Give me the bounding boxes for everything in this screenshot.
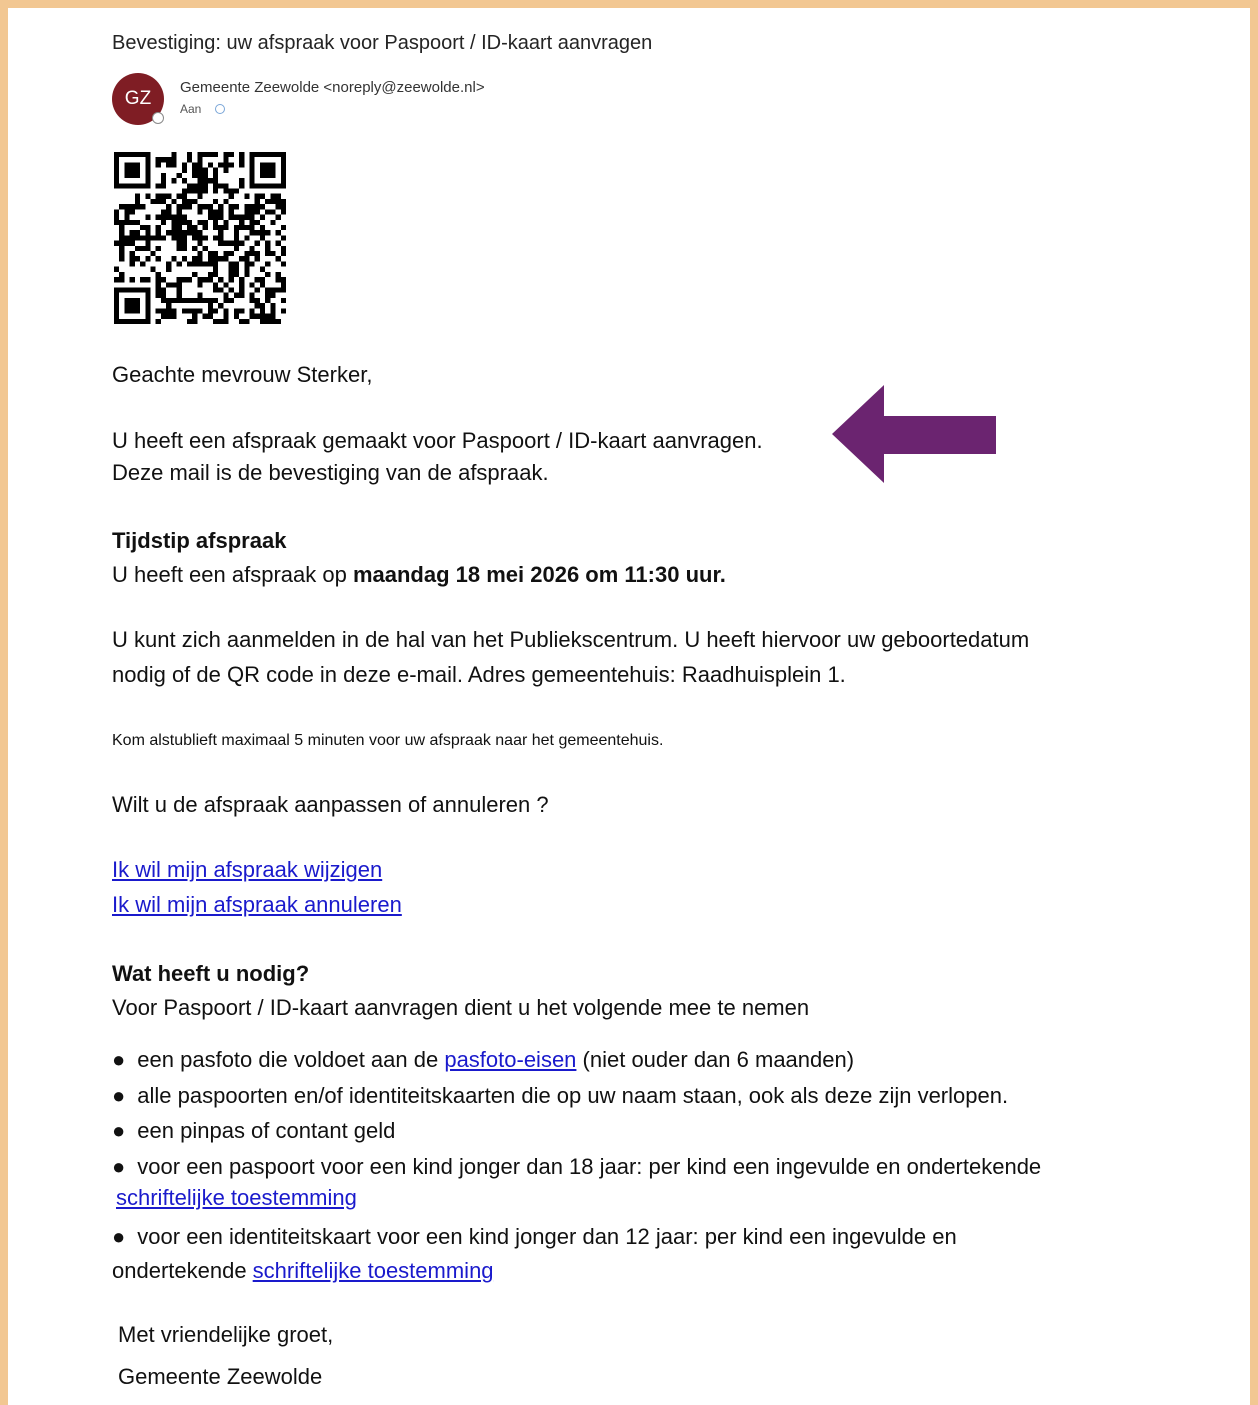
passport-photo-requirements-link[interactable]: pasfoto-eisen	[444, 1047, 576, 1072]
time-prefix: U heeft een afspraak op	[112, 562, 353, 587]
intro-line-2: Deze mail is de bevestiging van de afspr…	[112, 460, 549, 485]
qr-code-image	[114, 152, 286, 324]
avatar-initials: GZ	[124, 88, 152, 109]
written-consent-link-1[interactable]: schriftelijke toestemming	[116, 1185, 357, 1211]
time-line: U heeft een afspraak op maandag 18 mei 2…	[112, 562, 726, 588]
early-arrival-note: Kom alstublieft maximaal 5 minuten voor …	[112, 732, 664, 749]
list-item-text: voor een paspoort voor een kind jonger d…	[137, 1154, 1042, 1179]
written-consent-link-2[interactable]: schriftelijke toestemming	[253, 1258, 494, 1283]
list-item: ● voor een identiteitskaart voor een kind…	[112, 1224, 957, 1250]
signature: Gemeente Zeewolde	[118, 1364, 323, 1389]
cancel-appointment-link[interactable]: Ik wil mijn afspraak annuleren	[112, 892, 402, 918]
list-item: ● voor een paspoort voor een kind jonger …	[112, 1154, 1041, 1180]
list-item-continuation: ondertekende schriftelijke toestemming	[112, 1258, 494, 1284]
to-label: Aan	[180, 102, 202, 116]
bullet-icon: ●	[112, 1224, 126, 1249]
list-item-text: een pinpas of contant geld	[137, 1118, 396, 1143]
sender-name[interactable]: Gemeente Zeewolde <noreply@zeewolde.nl>	[180, 79, 485, 96]
intro-line-1: U heeft een afspraak gemaakt voor Paspoo…	[112, 428, 763, 453]
checkin-line-2: nodig of de QR code in deze e-mail. Adre…	[112, 662, 846, 687]
presence-status-icon	[152, 112, 164, 124]
list-item: ● een pinpas of contant geld	[112, 1118, 395, 1144]
change-question: Wilt u de afspraak aanpassen of annulere…	[112, 792, 549, 817]
list-item-text: alle paspoorten en/of identiteitskaarten…	[137, 1083, 1009, 1108]
checkin-line-1: U kunt zich aanmelden in de hal van het …	[112, 627, 1030, 652]
closing: Met vriendelijke groet,	[118, 1322, 334, 1347]
bullet-icon: ●	[112, 1118, 126, 1143]
left-arrow-icon	[832, 385, 996, 483]
needs-intro: Voor Paspoort / ID-kaart aanvragen dient…	[112, 995, 810, 1020]
email-subject: Bevestiging: uw afspraak voor Paspoort /…	[112, 32, 653, 54]
list-item: ● een pasfoto die voldoet aan de pasfoto-…	[112, 1047, 854, 1073]
needs-heading: Wat heeft u nodig?	[112, 961, 310, 986]
list-item-text: een pasfoto die voldoet aan de	[137, 1047, 445, 1072]
bullet-icon: ●	[112, 1047, 126, 1072]
change-appointment-link[interactable]: Ik wil mijn afspraak wijzigen	[112, 857, 382, 883]
list-item: ● alle paspoorten en/of identiteitskaarte…	[112, 1083, 1008, 1109]
list-item-text: voor een identiteitskaart voor een kind …	[137, 1224, 957, 1249]
recipient-presence-icon[interactable]	[215, 104, 225, 114]
appointment-datetime: maandag 18 mei 2026 om 11:30 uur.	[352, 562, 726, 587]
time-heading: Tijdstip afspraak	[112, 528, 287, 553]
list-item-text: ondertekende	[112, 1258, 253, 1283]
list-item-text: (niet ouder dan 6 maanden)	[576, 1047, 855, 1072]
bullet-icon: ●	[112, 1154, 126, 1179]
bullet-icon: ●	[112, 1083, 126, 1108]
greeting: Geachte mevrouw Sterker,	[112, 362, 373, 387]
